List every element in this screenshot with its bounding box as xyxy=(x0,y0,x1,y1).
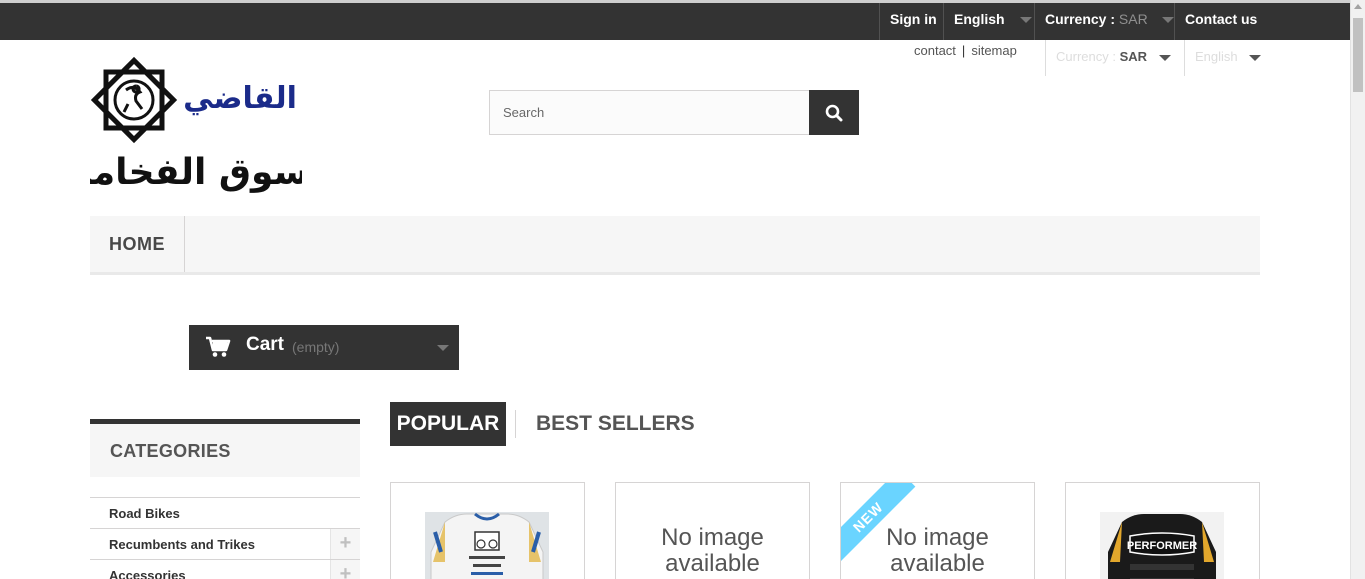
scrollbar-thumb[interactable] xyxy=(1353,18,1363,92)
cart-title: Cart xyxy=(246,334,285,355)
no-image-placeholder: No image available xyxy=(616,525,809,577)
sign-in-label: Sign in xyxy=(890,11,937,27)
category-label: Accessories xyxy=(109,568,186,579)
product-card[interactable]: No image available xyxy=(615,482,810,579)
category-item[interactable]: Accessories + xyxy=(90,559,360,579)
sitemap-link[interactable]: sitemap xyxy=(971,43,1017,58)
caret-down-icon xyxy=(1249,54,1262,61)
category-item[interactable]: Recumbents and Trikes + xyxy=(90,528,360,559)
product-card[interactable] xyxy=(390,482,585,579)
search-button[interactable] xyxy=(809,90,859,135)
tab-popular[interactable]: POPULAR xyxy=(390,402,506,446)
caret-down-icon xyxy=(1020,17,1033,24)
product-card[interactable]: No image available NEW xyxy=(840,482,1035,579)
expand-plus-icon[interactable]: + xyxy=(330,529,360,559)
header-links: contact | sitemap xyxy=(914,43,1017,58)
logo-text-line2: سوق الفخامة xyxy=(90,152,302,193)
logo-text-line1: القاضي xyxy=(183,81,297,116)
jersey-brand-text: PERFORMER xyxy=(1127,540,1197,552)
header-language-label: English xyxy=(1195,49,1238,64)
cart-icon xyxy=(206,336,231,357)
categories-header: CATEGORIES xyxy=(90,419,360,477)
currency-label: Currency : xyxy=(1045,11,1116,27)
currency-value: SAR xyxy=(1118,11,1148,27)
page: Sign in English Currency : SAR Contact u… xyxy=(0,0,1365,579)
page-scrollbar[interactable] xyxy=(1350,0,1365,579)
store-logo[interactable]: القاضي سوق الفخامة xyxy=(71,56,309,196)
contact-us-link[interactable]: Contact us xyxy=(1174,3,1274,40)
search-form xyxy=(489,90,859,135)
sign-in-link[interactable]: Sign in xyxy=(879,3,943,40)
categories-list: Road Bikes Recumbents and Trikes + Acces… xyxy=(90,497,360,579)
header-currency-value: SAR xyxy=(1119,49,1148,64)
scroll-up-arrow-icon[interactable] xyxy=(1354,4,1362,9)
cart-status: (empty) xyxy=(292,339,340,355)
header-currency-dropdown[interactable]: Currency : SAR xyxy=(1045,40,1184,76)
currency-dropdown[interactable]: Currency : SAR xyxy=(1034,3,1174,40)
category-label: Recumbents and Trikes xyxy=(109,537,255,552)
search-icon xyxy=(825,104,843,121)
contact-us-label: Contact us xyxy=(1185,11,1258,27)
logo-emblem-icon: القاضي سوق الفخامة xyxy=(71,56,309,193)
caret-down-icon xyxy=(1158,54,1171,61)
categories-title: CATEGORIES xyxy=(110,441,231,461)
tab-divider xyxy=(515,410,516,438)
link-separator: | xyxy=(961,43,966,58)
menu-item-home[interactable]: HOME xyxy=(90,216,185,272)
tab-best-sellers[interactable]: BEST SELLERS xyxy=(536,402,695,446)
no-image-line1: No image xyxy=(661,524,764,551)
expand-plus-icon[interactable]: + xyxy=(330,560,360,579)
search-input[interactable] xyxy=(489,90,810,135)
category-item[interactable]: Road Bikes xyxy=(90,497,360,528)
top-bar: Sign in English Currency : SAR Contact u… xyxy=(0,3,1350,40)
caret-down-icon xyxy=(437,345,449,351)
language-dropdown[interactable]: English xyxy=(943,3,1034,40)
no-image-line2: available xyxy=(665,550,760,577)
no-image-line2: available xyxy=(890,550,985,577)
header-currency-label: Currency : xyxy=(1056,49,1116,64)
contact-link[interactable]: contact xyxy=(914,43,956,58)
cart-block[interactable]: Cart (empty) xyxy=(189,325,459,370)
caret-down-icon xyxy=(1161,17,1174,24)
product-card[interactable]: PERFORMER xyxy=(1065,482,1260,579)
main-menu: HOME xyxy=(90,216,1260,275)
product-image-black-jersey[interactable]: PERFORMER xyxy=(1100,512,1224,579)
category-label: Road Bikes xyxy=(109,506,180,521)
product-image-white-jersey[interactable] xyxy=(425,512,549,579)
header-language-dropdown[interactable]: English xyxy=(1184,40,1274,76)
no-image-placeholder: No image available xyxy=(841,525,1034,577)
language-label: English xyxy=(954,11,1005,27)
